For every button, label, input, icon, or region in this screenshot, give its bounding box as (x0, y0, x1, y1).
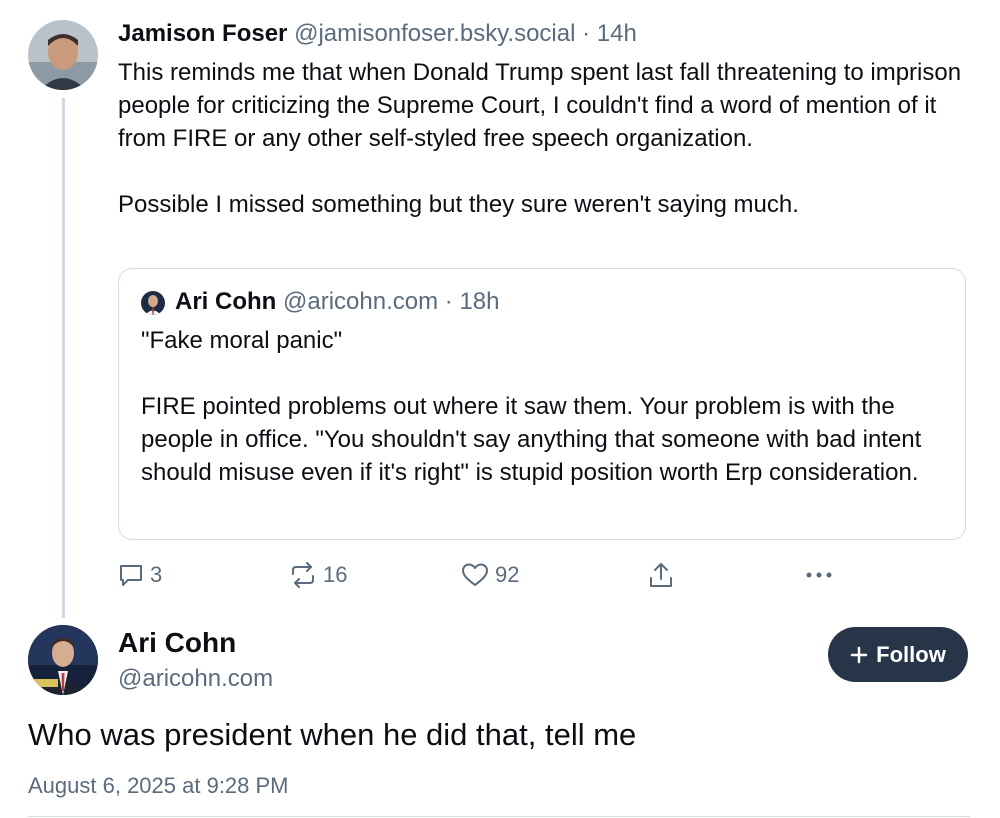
quote-header: Ari Cohn @aricohn.com · 18h (175, 287, 499, 317)
reply-author-name[interactable]: Ari Cohn (118, 626, 236, 660)
avatar-ari-cohn[interactable] (28, 625, 98, 695)
reply-text: Who was president when he did that, tell… (28, 717, 637, 752)
repost-icon (292, 562, 314, 588)
more-options-button[interactable] (805, 560, 833, 590)
quote-card[interactable]: Ari Cohn @aricohn.com · 18h "Fake moral … (118, 268, 966, 540)
post-time[interactable]: 14h (597, 20, 637, 47)
author-handle[interactable]: @jamisonfoser.bsky.social (294, 20, 575, 47)
avatar-jamison-foser[interactable] (28, 20, 98, 90)
plus-icon (850, 646, 868, 663)
share-button[interactable] (648, 560, 674, 590)
post-text: This reminds me that when Donald Trump s… (118, 59, 962, 218)
reply-button[interactable]: 3 (118, 560, 162, 590)
quote-avatar (141, 291, 165, 315)
like-count: 92 (495, 562, 520, 587)
quote-author-name: Ari Cohn (175, 288, 277, 315)
post-timestamp[interactable]: August 6, 2025 at 9:28 PM (28, 771, 289, 801)
like-icon (462, 563, 488, 586)
repost-button[interactable]: 16 (289, 560, 347, 590)
reply-icon (120, 565, 142, 586)
author-name[interactable]: Jamison Foser (118, 20, 287, 47)
quote-author-handle: @aricohn.com (283, 288, 439, 315)
follow-label: Follow (876, 641, 946, 667)
repost-count: 16 (323, 562, 348, 587)
quote-separator-dot: · (444, 288, 453, 315)
more-icon (806, 572, 832, 578)
thread-line (62, 98, 65, 618)
quote-time: 18h (459, 288, 500, 315)
follow-button[interactable]: Follow (828, 627, 968, 682)
separator-dot: · (582, 20, 591, 47)
like-button[interactable]: 92 (461, 560, 519, 590)
quote-text: "Fake moral panic" FIRE pointed problems… (141, 327, 922, 486)
reply-count: 3 (150, 562, 163, 587)
post-header: Jamison Foser @jamisonfoser.bsky.social … (118, 18, 637, 50)
bottom-divider (28, 816, 970, 817)
reply-author-handle[interactable]: @aricohn.com (118, 663, 273, 695)
share-icon (650, 563, 672, 587)
